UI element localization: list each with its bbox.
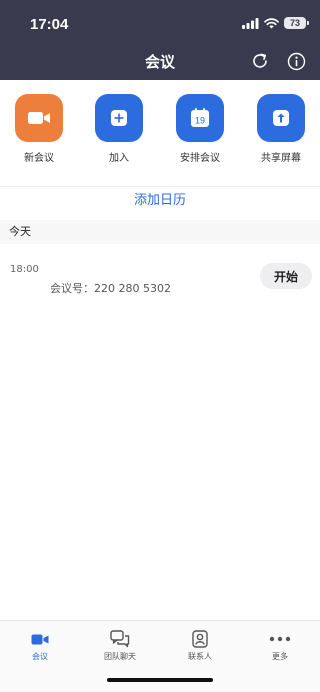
- new-meeting-action[interactable]: 新会议: [4, 94, 74, 164]
- schedule-tile[interactable]: 19: [176, 94, 224, 142]
- home-indicator: [107, 678, 213, 682]
- join-action[interactable]: 加入: [84, 94, 154, 164]
- share-screen-label: 共享屏幕: [261, 153, 301, 164]
- start-meeting-button[interactable]: 开始: [260, 263, 312, 289]
- meeting-time: 18:00: [10, 264, 39, 275]
- new-meeting-tile[interactable]: [15, 94, 63, 142]
- contact-icon: [192, 630, 208, 648]
- tab-contacts[interactable]: 联系人: [170, 629, 230, 662]
- app-header: 17:04 73 会议: [0, 0, 320, 80]
- tab-contacts-label: 联系人: [188, 652, 212, 661]
- chat-bubbles-icon: [110, 630, 130, 648]
- calendar-icon: 19: [191, 108, 209, 127]
- share-screen-icon: [273, 110, 289, 126]
- share-screen-tile[interactable]: [257, 94, 305, 142]
- add-calendar-link[interactable]: 添加日历: [0, 186, 320, 215]
- wifi-icon: [264, 17, 279, 28]
- status-time: 17:04: [30, 16, 69, 33]
- info-icon: [287, 52, 305, 70]
- schedule-label: 安排会议: [180, 153, 220, 164]
- tab-meetings-label: 会议: [32, 652, 48, 661]
- page-title: 会议: [144, 53, 175, 71]
- new-meeting-label: 新会议: [24, 153, 54, 164]
- join-tile[interactable]: [95, 94, 143, 142]
- quick-actions: 新会议 加入 19 安排会议 共享屏幕: [0, 94, 320, 166]
- battery-indicator: 73: [284, 17, 309, 29]
- calendar-day: 19: [195, 116, 205, 126]
- more-dots-icon: [269, 636, 291, 642]
- tab-team-chat[interactable]: 团队聊天: [90, 629, 150, 662]
- tab-more[interactable]: 更多: [250, 629, 310, 662]
- join-label: 加入: [109, 153, 129, 164]
- meeting-id: 会议号：220 280 5302: [50, 282, 171, 295]
- video-camera-icon: [31, 634, 49, 644]
- status-indicators: 73: [242, 17, 309, 29]
- refresh-button[interactable]: [250, 51, 270, 71]
- tab-meetings[interactable]: 会议: [10, 629, 70, 662]
- refresh-icon: [253, 53, 267, 68]
- schedule-action[interactable]: 19 安排会议: [165, 94, 235, 164]
- info-button[interactable]: [286, 51, 306, 71]
- cellular-signal-icon: [242, 17, 259, 29]
- tab-team-chat-label: 团队聊天: [104, 652, 136, 661]
- plus-icon: [111, 110, 127, 126]
- tab-more-label: 更多: [272, 652, 288, 661]
- today-label: 今天: [9, 225, 31, 238]
- section-header-today: 今天: [0, 220, 320, 244]
- meeting-list-item[interactable]: 18:00 会议号：220 280 5302 开始: [0, 258, 320, 306]
- share-screen-action[interactable]: 共享屏幕: [246, 94, 316, 164]
- battery-level: 73: [289, 18, 300, 28]
- video-camera-icon: [28, 112, 50, 124]
